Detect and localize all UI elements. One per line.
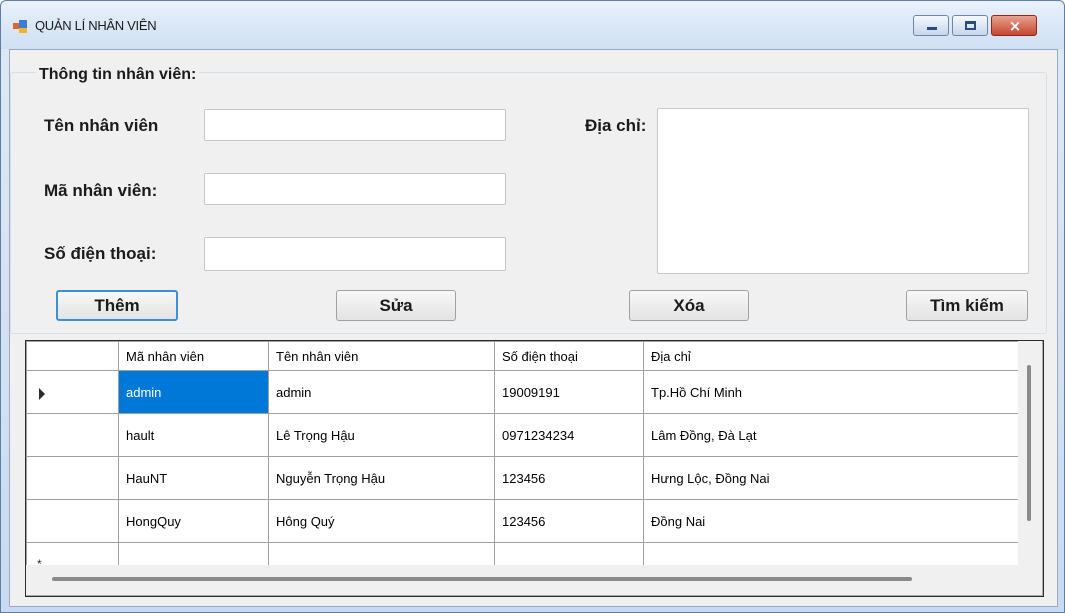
- minimize-icon: [927, 27, 937, 30]
- main-window: QUẢN LÍ NHÂN VIÊN × Thông tin nhân viên:…: [0, 0, 1065, 613]
- cell-phone[interactable]: 0971234234: [494, 413, 644, 457]
- app-icon: [13, 20, 29, 34]
- cell-address[interactable]: Tp.Hồ Chí Minh: [643, 370, 1019, 414]
- corner-header-cell[interactable]: [26, 341, 119, 371]
- cell-phone[interactable]: 123456: [494, 499, 644, 543]
- cell-id[interactable]: admin: [118, 370, 269, 414]
- name-label: Tên nhân viên: [44, 116, 159, 135]
- cell-name[interactable]: admin: [268, 370, 495, 414]
- row-header-current[interactable]: [26, 370, 119, 414]
- minimize-button[interactable]: [913, 15, 949, 36]
- table-row[interactable]: hault Lê Trọng Hậu 0971234234 Lâm Đồng, …: [26, 413, 1019, 457]
- header-row: Mã nhân viên Tên nhân viên Số điện thoại…: [26, 341, 1019, 371]
- cell-id[interactable]: hault: [118, 413, 269, 457]
- table-row[interactable]: admin admin 19009191 Tp.Hồ Chí Minh: [26, 370, 1019, 414]
- scrollbar-corner: [1018, 565, 1042, 595]
- current-row-arrow-icon: [39, 388, 45, 400]
- cell-name[interactable]: Hông Quý: [268, 499, 495, 543]
- employee-table: Mã nhân viên Tên nhân viên Số điện thoại…: [26, 341, 1019, 586]
- title-bar[interactable]: QUẢN LÍ NHÂN VIÊN ×: [1, 1, 1064, 49]
- delete-button[interactable]: Xóa: [629, 290, 749, 321]
- search-button[interactable]: Tìm kiếm: [906, 290, 1028, 321]
- id-field[interactable]: [204, 173, 506, 205]
- phone-label: Số điện thoại:: [44, 244, 157, 263]
- form-client-area: Thông tin nhân viên: Tên nhân viên Mã nh…: [9, 49, 1058, 607]
- window-title: QUẢN LÍ NHÂN VIÊN: [35, 18, 157, 33]
- vertical-scroll-thumb[interactable]: [1027, 365, 1031, 521]
- address-field[interactable]: [657, 108, 1029, 274]
- cell-address[interactable]: Đồng Nai: [643, 499, 1019, 543]
- close-button[interactable]: ×: [991, 15, 1037, 36]
- cell-id[interactable]: HongQuy: [118, 499, 269, 543]
- row-header[interactable]: [26, 456, 119, 500]
- edit-button[interactable]: Sửa: [336, 290, 456, 321]
- column-header-id[interactable]: Mã nhân viên: [118, 341, 269, 371]
- cell-address[interactable]: Hưng Lộc, Đồng Nai: [643, 456, 1019, 500]
- phone-field[interactable]: [204, 237, 506, 271]
- cell-id[interactable]: HauNT: [118, 456, 269, 500]
- horizontal-scrollbar[interactable]: [26, 565, 1018, 595]
- cell-name[interactable]: Lê Trọng Hậu: [268, 413, 495, 457]
- horizontal-scroll-thumb[interactable]: [52, 577, 912, 581]
- maximize-button[interactable]: [952, 15, 988, 36]
- column-header-phone[interactable]: Số điện thoại: [494, 341, 644, 371]
- cell-phone[interactable]: 19009191: [494, 370, 644, 414]
- row-header[interactable]: [26, 499, 119, 543]
- cell-address[interactable]: Lâm Đồng, Đà Lạt: [643, 413, 1019, 457]
- column-header-name[interactable]: Tên nhân viên: [268, 341, 495, 371]
- address-label: Địa chỉ:: [585, 116, 647, 135]
- add-button[interactable]: Thêm: [56, 290, 178, 321]
- table-row[interactable]: HongQuy Hông Quý 123456 Đồng Nai: [26, 499, 1019, 543]
- vertical-scrollbar[interactable]: [1018, 341, 1042, 565]
- cell-name[interactable]: Nguyễn Trọng Hậu: [268, 456, 495, 500]
- employee-grid[interactable]: Mã nhân viên Tên nhân viên Số điện thoại…: [25, 340, 1044, 597]
- id-label: Mã nhân viên:: [44, 181, 158, 200]
- cell-phone[interactable]: 123456: [494, 456, 644, 500]
- name-field[interactable]: [204, 109, 506, 141]
- column-header-address[interactable]: Địa chỉ: [643, 341, 1019, 371]
- close-icon: ×: [1008, 17, 1022, 35]
- group-title: Thông tin nhân viên:: [36, 66, 200, 84]
- table-row[interactable]: HauNT Nguyễn Trọng Hậu 123456 Hưng Lộc, …: [26, 456, 1019, 500]
- maximize-icon: [965, 21, 976, 30]
- row-header[interactable]: [26, 413, 119, 457]
